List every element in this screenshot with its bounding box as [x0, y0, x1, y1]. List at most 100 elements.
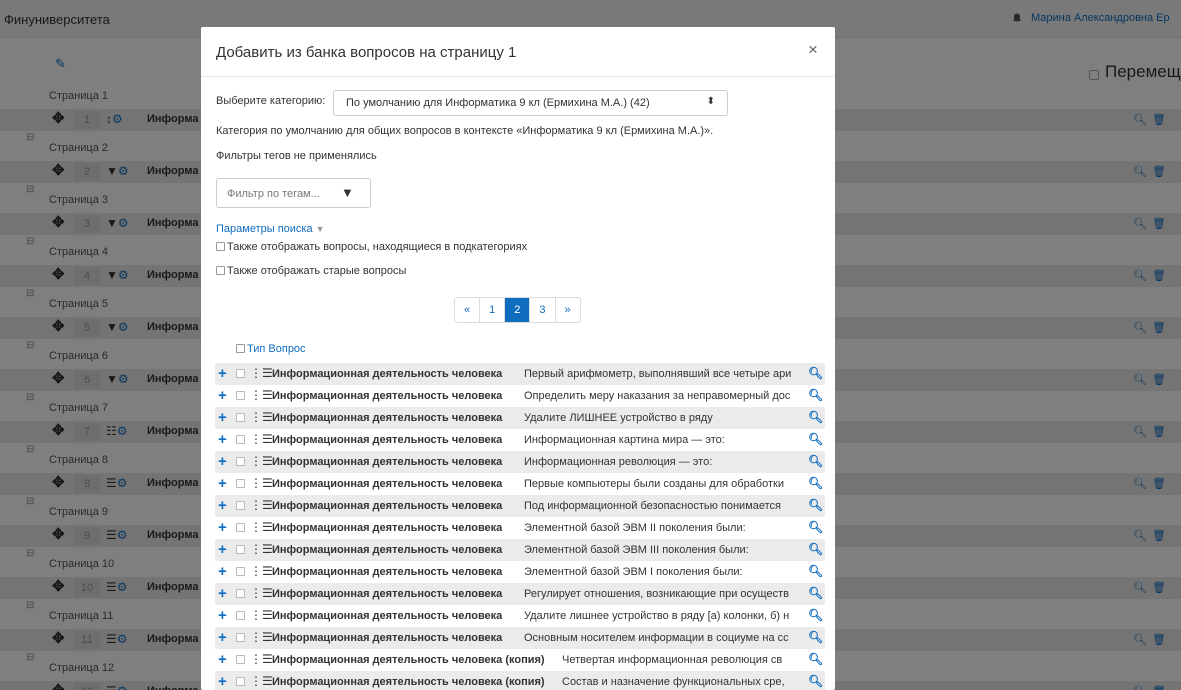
- pagination-page[interactable]: 2: [505, 298, 531, 322]
- question-row: + ⋮☰ Информационная деятельность человека …: [215, 671, 825, 690]
- add-question-icon[interactable]: +: [218, 409, 227, 426]
- multichoice-type-icon: ⋮☰: [250, 410, 273, 424]
- show-subcategories-checkbox[interactable]: [216, 242, 225, 251]
- category-select[interactable]: По умолчанию для Информатика 9 кл (Ермих…: [333, 90, 728, 116]
- preview-icon[interactable]: 🔍︎: [808, 410, 823, 424]
- preview-icon[interactable]: 🔍︎: [808, 498, 823, 512]
- question-row: + ⋮☰ Информационная деятельность человека У…: [215, 407, 825, 429]
- add-question-icon[interactable]: +: [218, 387, 227, 404]
- search-params-label: Параметры поиска: [216, 223, 313, 235]
- preview-icon[interactable]: 🔍︎: [808, 542, 823, 556]
- preview-icon[interactable]: 🔍︎: [808, 476, 823, 490]
- preview-icon[interactable]: 🔍︎: [808, 630, 823, 644]
- category-label: Выберите категорию:: [216, 95, 326, 107]
- preview-icon[interactable]: 🔍︎: [808, 586, 823, 600]
- question-text: Элементной базой ЭВМ I поколения были:: [524, 566, 743, 578]
- question-category: Информационная деятельность человека: [272, 456, 503, 468]
- multichoice-type-icon: ⋮☰: [250, 564, 273, 578]
- column-type[interactable]: Тип: [247, 343, 265, 355]
- question-text: Состав и назначение функциональных сре,: [562, 676, 785, 688]
- multichoice-type-icon: ⋮☰: [250, 520, 273, 534]
- add-question-icon[interactable]: +: [218, 563, 227, 580]
- question-checkbox[interactable]: [236, 457, 245, 466]
- question-checkbox[interactable]: [236, 391, 245, 400]
- question-category: Информационная деятельность человека: [272, 566, 503, 578]
- multichoice-type-icon: ⋮☰: [250, 498, 273, 512]
- preview-icon[interactable]: 🔍︎: [808, 432, 823, 446]
- add-question-icon[interactable]: +: [218, 607, 227, 624]
- add-question-icon[interactable]: +: [218, 585, 227, 602]
- close-icon[interactable]: ×: [808, 40, 818, 60]
- question-row: + ⋮☰ Информационная деятельность человека П…: [215, 495, 825, 517]
- multichoice-type-icon: ⋮☰: [250, 586, 273, 600]
- dialog-header: Добавить из банка вопросов на страницу 1…: [201, 27, 835, 77]
- question-bank-dialog: Добавить из банка вопросов на страницу 1…: [201, 27, 835, 690]
- question-table-header: Тип Вопрос: [236, 343, 306, 355]
- multichoice-type-icon: ⋮☰: [250, 366, 273, 380]
- question-checkbox[interactable]: [236, 435, 245, 444]
- column-question[interactable]: Вопрос: [268, 343, 305, 355]
- question-checkbox[interactable]: [236, 369, 245, 378]
- question-category: Информационная деятельность человека: [272, 434, 503, 446]
- question-text: Информационная революция — это:: [524, 456, 713, 468]
- question-checkbox[interactable]: [236, 633, 245, 642]
- preview-icon[interactable]: 🔍︎: [808, 564, 823, 578]
- add-question-icon[interactable]: +: [218, 673, 227, 690]
- multichoice-type-icon: ⋮☰: [250, 388, 273, 402]
- question-row: + ⋮☰ Информационная деятельность человека И…: [215, 451, 825, 473]
- show-subcategories-label: Также отображать вопросы, находящиеся в …: [227, 241, 528, 253]
- question-category: Информационная деятельность человека: [272, 588, 503, 600]
- add-question-icon[interactable]: +: [218, 453, 227, 470]
- select-updown-icon: ⬍: [706, 96, 715, 107]
- preview-icon[interactable]: 🔍︎: [808, 652, 823, 666]
- show-old-label: Также отображать старые вопросы: [227, 265, 407, 277]
- show-old-checkbox[interactable]: [216, 266, 225, 275]
- pagination-page[interactable]: 1: [480, 298, 506, 322]
- add-question-icon[interactable]: +: [218, 475, 227, 492]
- search-params-toggle[interactable]: Параметры поиска ▼: [216, 223, 325, 235]
- preview-icon[interactable]: 🔍︎: [808, 608, 823, 622]
- question-checkbox[interactable]: [236, 501, 245, 510]
- multichoice-type-icon: ⋮☰: [250, 674, 273, 688]
- preview-icon[interactable]: 🔍︎: [808, 366, 823, 380]
- question-checkbox[interactable]: [236, 523, 245, 532]
- preview-icon[interactable]: 🔍︎: [808, 388, 823, 402]
- add-question-icon[interactable]: +: [218, 541, 227, 558]
- show-old-option[interactable]: Также отображать старые вопросы: [216, 265, 406, 277]
- question-text: Регулирует отношения, возникающие при ос…: [524, 588, 789, 600]
- question-row: + ⋮☰ Информационная деятельность человека О…: [215, 627, 825, 649]
- add-question-icon[interactable]: +: [218, 651, 227, 668]
- add-question-icon[interactable]: +: [218, 519, 227, 536]
- select-all-checkbox[interactable]: [236, 344, 245, 353]
- preview-icon[interactable]: 🔍︎: [808, 520, 823, 534]
- multichoice-type-icon: ⋮☰: [250, 454, 273, 468]
- question-checkbox[interactable]: [236, 413, 245, 422]
- question-checkbox[interactable]: [236, 567, 245, 576]
- question-checkbox[interactable]: [236, 589, 245, 598]
- question-checkbox[interactable]: [236, 655, 245, 664]
- question-checkbox[interactable]: [236, 677, 245, 686]
- question-category: Информационная деятельность человека: [272, 412, 503, 424]
- add-question-icon[interactable]: +: [218, 629, 227, 646]
- question-checkbox[interactable]: [236, 545, 245, 554]
- tag-filter-input[interactable]: Фильтр по тегам... ▼: [216, 178, 371, 208]
- pagination-prev[interactable]: «: [455, 298, 481, 322]
- question-category: Информационная деятельность человека: [272, 522, 503, 534]
- pagination: «1 2 3»: [454, 297, 581, 323]
- multichoice-type-icon: ⋮☰: [250, 432, 273, 446]
- show-subcategories-option[interactable]: Также отображать вопросы, находящиеся в …: [216, 241, 527, 253]
- preview-icon[interactable]: 🔍︎: [808, 454, 823, 468]
- pagination-next[interactable]: »: [556, 298, 580, 322]
- pagination-page[interactable]: 3: [530, 298, 556, 322]
- question-row: + ⋮☰ Информационная деятельность человека П…: [215, 473, 825, 495]
- question-text: Элементной базой ЭВМ III поколения были:: [524, 544, 749, 556]
- add-question-icon[interactable]: +: [218, 497, 227, 514]
- preview-icon[interactable]: 🔍︎: [808, 674, 823, 688]
- question-category: Информационная деятельность человека: [272, 368, 503, 380]
- add-question-icon[interactable]: +: [218, 431, 227, 448]
- question-checkbox[interactable]: [236, 479, 245, 488]
- add-question-icon[interactable]: +: [218, 365, 227, 382]
- question-checkbox[interactable]: [236, 611, 245, 620]
- question-row: + ⋮☰ Информационная деятельность человека П…: [215, 363, 825, 385]
- multichoice-type-icon: ⋮☰: [250, 652, 273, 666]
